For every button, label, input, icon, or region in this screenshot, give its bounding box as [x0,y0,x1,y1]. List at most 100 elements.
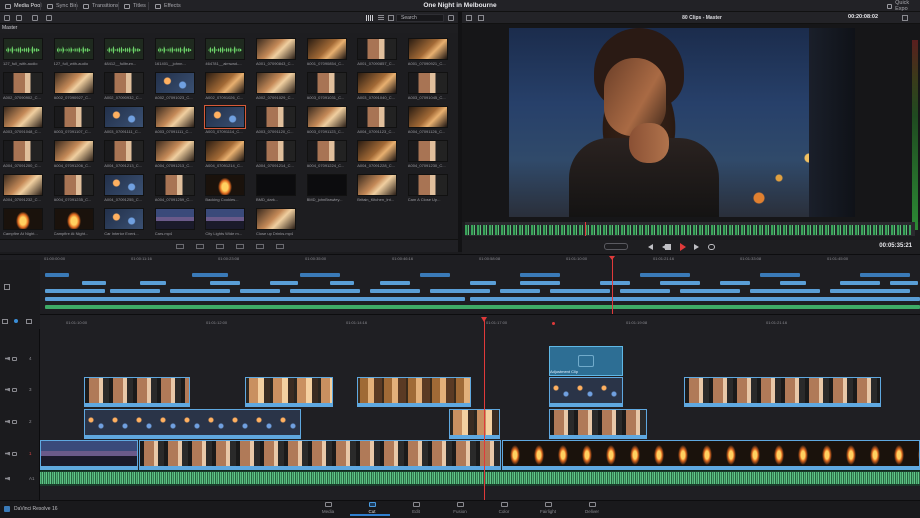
page-tab-fairlight[interactable]: Fairlight [528,502,568,514]
media-clip[interactable]: A003_07091048_C... [3,106,43,134]
media-clip[interactable]: A004_07091255_C... [104,174,145,202]
media-clip[interactable]: A004_07091214_C... [256,140,296,168]
media-clip[interactable]: A004_07091123_C... [357,106,398,134]
insert-icon[interactable] [196,244,204,249]
upper-timeline-clip[interactable] [550,289,610,293]
upper-timeline-clip[interactable] [520,273,560,277]
media-clip[interactable]: Close up Drinks.mp4 [256,208,296,236]
upper-timeline-clip[interactable] [45,289,105,293]
speaker-icon[interactable] [5,387,10,392]
upper-timeline-clip[interactable] [640,273,690,277]
timeline-clip-v3[interactable] [357,377,471,407]
upper-timeline-clip[interactable] [470,281,496,285]
timeline-clip-v3[interactable] [84,377,190,407]
upper-timeline-clip[interactable] [170,289,230,293]
upper-timeline-clip[interactable] [192,273,228,277]
snapping-icon[interactable] [14,319,18,323]
page-tab-deliver[interactable]: Deliver [572,502,612,514]
media-clip[interactable]: A004_07091126_C... [407,106,448,134]
ripple-overwrite-icon[interactable] [276,244,284,249]
close-up-icon[interactable] [256,244,264,249]
media-clip[interactable]: 161401__johnn... [154,38,195,66]
source-overwrite-icon[interactable] [176,244,184,249]
list-view-icon[interactable] [378,15,384,21]
upper-timeline-clip[interactable] [45,273,69,277]
upper-timeline-clip[interactable] [620,289,670,293]
media-clip[interactable]: Campfire At Night... [53,208,94,236]
effects-button[interactable]: Effects [152,1,184,11]
page-tab-fusion[interactable]: Fusion [440,502,480,514]
timeline-marker[interactable] [552,322,555,325]
timeline-options-icon[interactable] [4,284,10,290]
upper-timeline-clip[interactable] [470,297,920,301]
upper-timeline-clip[interactable] [300,273,340,277]
upper-timeline-clip[interactable] [860,273,910,277]
viewer-frame[interactable] [509,28,855,217]
upper-timeline-clip[interactable] [830,289,910,293]
upper-timeline-clip[interactable] [420,273,450,277]
upper-timeline-clip[interactable] [82,281,106,285]
media-clip[interactable]: BMD_dark... [256,174,296,202]
media-clip[interactable]: A004_07091230_C... [407,140,448,168]
media-clip[interactable]: A004_07091214_C... [205,140,246,168]
list-icon[interactable] [46,15,52,21]
upper-timeline-clip[interactable] [430,289,490,293]
upper-timeline-clip[interactable] [750,289,820,293]
upper-timeline-clip[interactable] [380,281,410,285]
timeline-clip-v1[interactable] [40,440,138,470]
media-clip[interactable]: A004_07091259_C... [154,174,195,202]
go-to-start-icon[interactable] [648,244,653,250]
upper-ruler[interactable]: 01:00:00:00 01:00:11:16 01:00:23:08 01:00:3… [40,256,920,264]
camera-icon[interactable] [12,419,17,424]
titles-button[interactable]: Titles [121,1,149,11]
upper-timeline-clip[interactable] [720,281,750,285]
media-clip[interactable]: A003_07091107_C... [53,106,94,134]
import-media-icon[interactable] [4,15,10,21]
lower-playhead[interactable] [484,317,485,500]
media-clip[interactable]: A002_07091026_C... [205,72,246,100]
append-icon[interactable] [216,244,224,249]
upper-timeline-clip[interactable] [45,305,920,309]
media-clip[interactable]: A004_07091213_C... [104,140,145,168]
media-clip[interactable]: A003_07091120_C... [256,106,296,134]
upper-timeline-clip[interactable] [370,289,420,293]
media-clip[interactable]: A004_07091206_C... [53,140,94,168]
upper-timeline-clip[interactable] [240,289,280,293]
speaker-icon[interactable] [5,356,10,361]
play-icon[interactable] [680,243,686,251]
media-clip[interactable]: A003_07091111_C... [104,106,145,134]
media-pool-button[interactable]: Media Pool [2,1,45,11]
media-clip[interactable]: A003_07091111_C... [154,106,195,134]
timeline-clip-v2[interactable] [84,409,301,439]
media-clip[interactable]: Backing Cookies... [205,174,246,202]
speaker-icon[interactable] [5,451,10,456]
page-tab-media[interactable]: Media [308,502,348,514]
upper-timeline-clip[interactable] [210,281,240,285]
media-clip[interactable]: A004_07091213_C... [154,140,195,168]
page-tab-color[interactable]: Color [484,502,524,514]
media-clip[interactable]: Car Interior Eveni... [104,208,145,236]
lower-ruler[interactable]: 01:01:10:00 01:01:12:00 01:01:14:16 01:01:1… [40,317,920,329]
timeline-clip-v3[interactable] [245,377,333,407]
media-clip[interactable]: A001_07090843_C... [256,38,296,66]
media-clip[interactable]: A003_07091031_C... [306,72,347,100]
upper-timeline-clip[interactable] [600,281,630,285]
viewer-mode-icon[interactable] [466,15,472,21]
import-folder-icon[interactable] [16,15,22,21]
place-on-top-icon[interactable] [236,244,244,249]
go-to-end-icon[interactable] [694,244,699,250]
upper-timeline-clip[interactable] [45,297,465,301]
upper-timeline-clip[interactable] [780,281,806,285]
upper-timeline-clip[interactable] [840,281,880,285]
media-clip[interactable]: Cam A Close Up... [407,174,448,202]
media-clip[interactable]: A003_07091045_C... [407,72,448,100]
media-clip[interactable]: A004_07091232_C... [3,174,43,202]
transitions-button[interactable]: Transitions [80,1,122,11]
more-options-icon[interactable] [448,15,454,21]
search-field[interactable]: Search [396,14,444,22]
upper-timeline-clip[interactable] [290,289,360,293]
timeline-clip-v3[interactable] [684,377,881,407]
media-clip[interactable]: A002_07091023_C... [154,72,195,100]
media-clip[interactable]: A004_07091228_C... [357,140,398,168]
media-clip[interactable]: A004_07091200_C... [3,140,43,168]
